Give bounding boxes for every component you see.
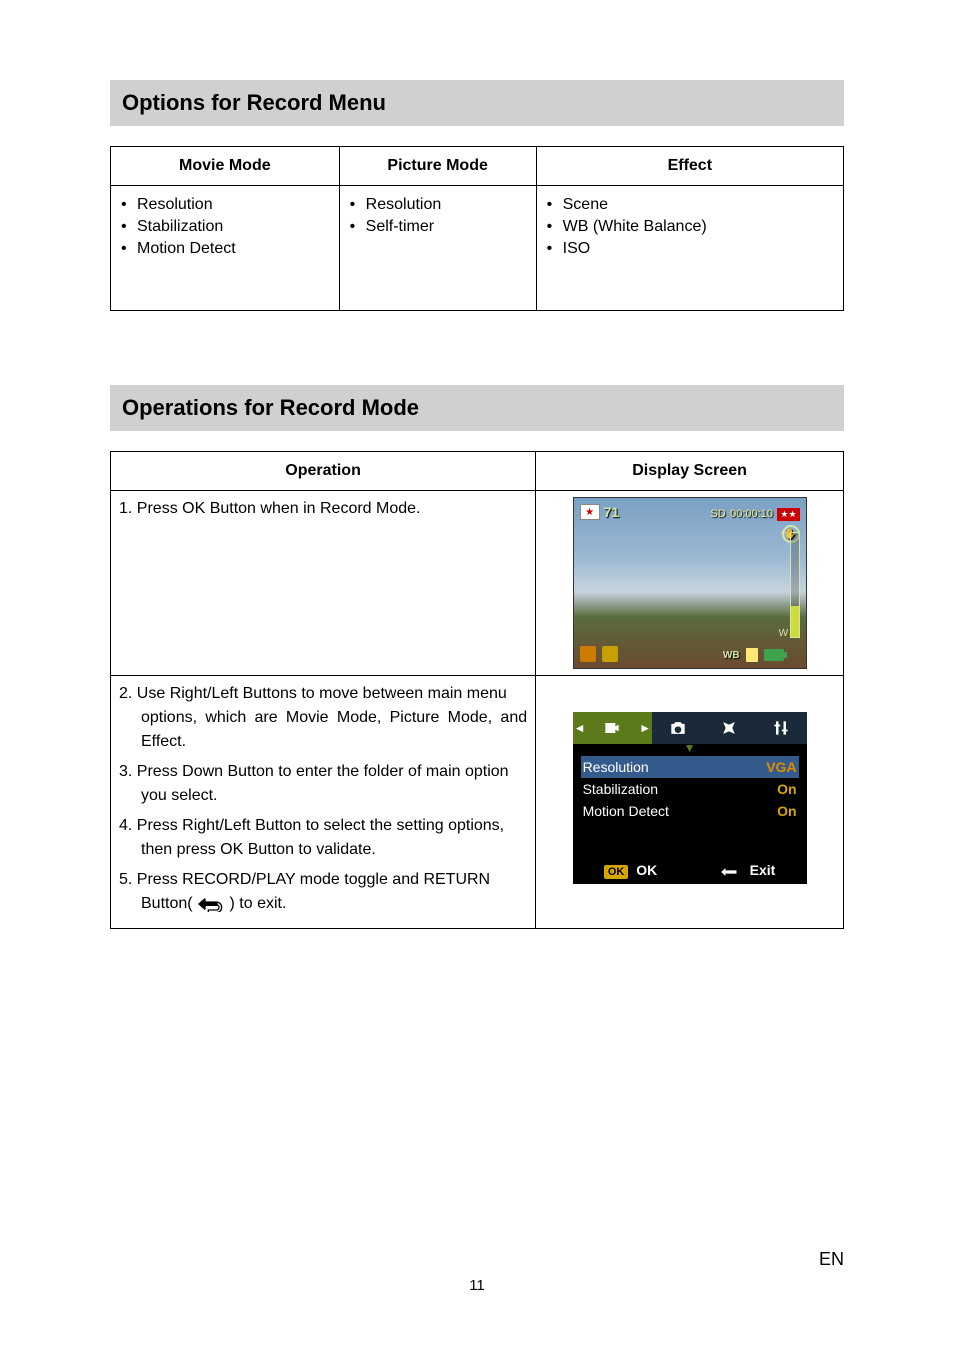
right-arrow-icon: ► — [638, 712, 652, 744]
col-effect: Effect — [536, 147, 843, 186]
section-operations-header: Operations for Record Mode — [110, 385, 844, 431]
scene-icon — [580, 646, 596, 662]
favorite-icon: ★ — [580, 504, 600, 520]
list-item: Scene — [547, 194, 837, 216]
menu-row-value: On — [777, 803, 796, 819]
list-item: Resolution — [121, 194, 333, 216]
menu-row-label: Motion Detect — [583, 803, 669, 819]
step-4: 4. Press Right/Left Button to select the… — [119, 814, 527, 862]
return-icon — [720, 865, 742, 877]
cell-picture-mode-items: Resolution Self-timer — [339, 186, 536, 311]
list-item: Stabilization — [121, 216, 333, 238]
col-operation: Operation — [111, 452, 536, 491]
list-item: ISO — [547, 238, 837, 260]
quality-badge-icon: ★★ — [777, 508, 799, 521]
list-item: Resolution — [350, 194, 530, 216]
record-preview-screenshot: ★ 71 SD 00:00:10 ★★ ✋ — [573, 497, 807, 669]
menu-row: Resolution VGA — [581, 756, 799, 778]
storage-indicator: SD — [710, 508, 725, 520]
menu-row-value: On — [777, 781, 796, 797]
left-arrow-icon: ◄ — [573, 712, 587, 744]
ok-badge-icon: OK — [604, 865, 629, 879]
list-item: WB (White Balance) — [547, 216, 837, 238]
menu-screenshot: ◄ ► — [573, 712, 807, 884]
col-movie-mode: Movie Mode — [111, 147, 340, 186]
cell-movie-mode-items: Resolution Stabilization Motion Detect — [111, 186, 340, 311]
return-icon — [197, 896, 225, 912]
step-5: 5. Press RECORD/PLAY mode toggle and RET… — [119, 868, 527, 916]
menu-row-label: Resolution — [583, 759, 649, 775]
menu-row-label: Stabilization — [583, 781, 659, 797]
list-item: Motion Detect — [121, 238, 333, 260]
language-code: EN — [819, 1249, 844, 1270]
step-2: 2. Use Right/Left Buttons to move betwee… — [119, 682, 527, 754]
picture-tab-icon — [652, 712, 704, 744]
display-cell-1: ★ 71 SD 00:00:10 ★★ ✋ — [536, 491, 844, 676]
operations-table: Operation Display Screen 1. Press OK But… — [110, 451, 844, 929]
sd-card-icon — [746, 648, 758, 662]
movie-tab-icon — [587, 712, 639, 744]
ok-action: OK OK — [604, 862, 657, 878]
battery-icon — [764, 649, 784, 661]
step-1: 1. Press OK Button when in Record Mode. — [119, 497, 527, 521]
options-table: Movie Mode Picture Mode Effect Resolutio… — [110, 146, 844, 311]
menu-row-value: VGA — [766, 759, 796, 775]
settings-tab-icon — [755, 712, 807, 744]
display-cell-2: ◄ ► — [536, 676, 844, 929]
zoom-bar — [790, 532, 800, 638]
page-number: 11 — [0, 1277, 954, 1294]
col-display-screen: Display Screen — [536, 452, 844, 491]
step-3: 3. Press Down Button to enter the folder… — [119, 760, 527, 808]
exit-action: Exit — [720, 862, 776, 878]
effect-tab-icon — [704, 712, 756, 744]
menu-row: Stabilization On — [581, 778, 799, 800]
down-caret-icon: ▼ — [573, 744, 807, 752]
record-time: 00:00:10 — [730, 508, 773, 520]
cell-effect-items: Scene WB (White Balance) ISO — [536, 186, 843, 311]
menu-row: Motion Detect On — [581, 800, 799, 822]
mode-icon — [602, 646, 618, 662]
list-item: Self-timer — [350, 216, 530, 238]
photo-count: 71 — [604, 504, 620, 520]
col-picture-mode: Picture Mode — [339, 147, 536, 186]
white-balance-indicator: WB — [723, 650, 740, 661]
step-cell-2: 2. Use Right/Left Buttons to move betwee… — [111, 676, 536, 929]
step-cell-1: 1. Press OK Button when in Record Mode. — [111, 491, 536, 676]
section-options-header: Options for Record Menu — [110, 80, 844, 126]
